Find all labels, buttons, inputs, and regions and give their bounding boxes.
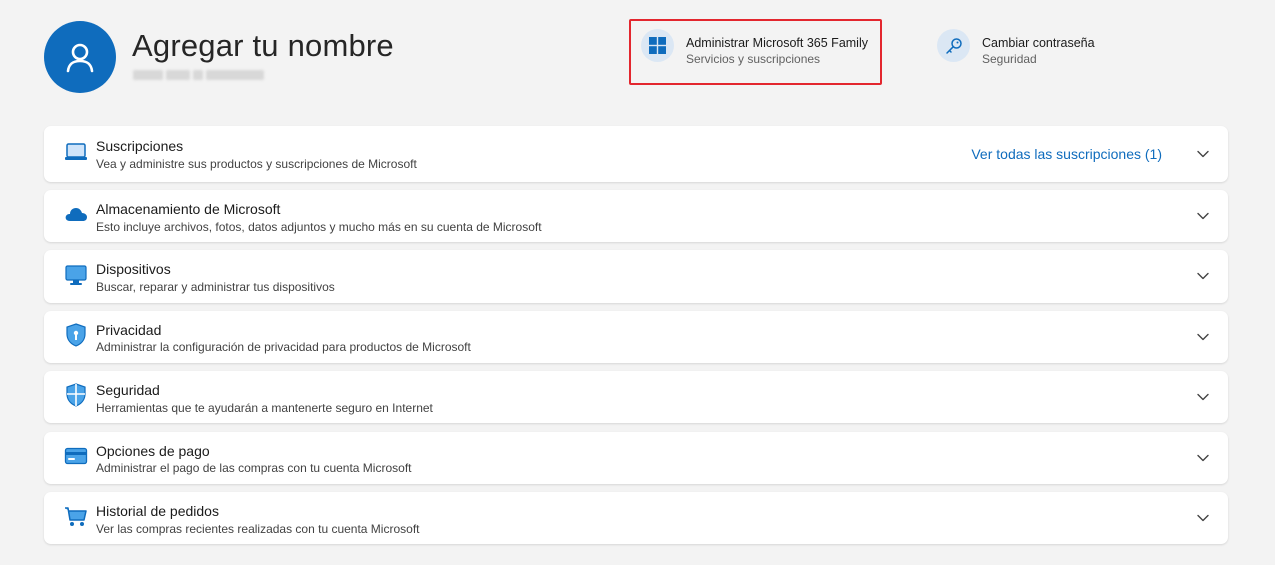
chevron-down-icon[interactable]	[1196, 209, 1210, 223]
quick-action-subtitle: Seguridad	[982, 52, 1037, 66]
section-subtitle: Administrar la configuración de privacid…	[96, 340, 471, 354]
section-title: Opciones de pago	[96, 443, 210, 459]
section-title: Privacidad	[96, 322, 162, 338]
chevron-down-icon[interactable]	[1196, 269, 1210, 283]
laptop-icon	[64, 140, 88, 164]
section-privacy[interactable]: Privacidad Administrar la configuración …	[44, 311, 1228, 363]
profile-name[interactable]: Agregar tu nombre	[132, 28, 394, 64]
privacy-shield-icon	[64, 323, 88, 347]
chevron-down-icon[interactable]	[1196, 511, 1210, 525]
chevron-down-icon[interactable]	[1196, 330, 1210, 344]
monitor-icon	[64, 263, 88, 287]
section-payment-options[interactable]: Opciones de pago Administrar el pago de …	[44, 432, 1228, 484]
section-title: Almacenamiento de Microsoft	[96, 201, 281, 217]
section-order-history[interactable]: Historial de pedidos Ver las compras rec…	[44, 492, 1228, 544]
change-password-link[interactable]: Cambiar contraseña Seguridad	[937, 29, 1095, 67]
chevron-down-icon[interactable]	[1196, 147, 1210, 161]
section-title: Historial de pedidos	[96, 503, 219, 519]
section-security[interactable]: Seguridad Herramientas que te ayudarán a…	[44, 371, 1228, 423]
person-icon	[66, 43, 94, 73]
credit-card-icon	[64, 444, 88, 468]
section-subtitle: Esto incluye archivos, fotos, datos adju…	[96, 220, 542, 234]
section-subtitle: Herramientas que te ayudarán a mantenert…	[96, 401, 433, 415]
view-all-subscriptions-link[interactable]: Ver todas las suscripciones (1)	[971, 146, 1162, 162]
section-microsoft-storage[interactable]: Almacenamiento de Microsoft Esto incluye…	[44, 190, 1228, 242]
section-subtitle: Administrar el pago de las compras con t…	[96, 461, 412, 475]
section-subtitle: Buscar, reparar y administrar tus dispos…	[96, 280, 335, 294]
section-title: Suscripciones	[96, 138, 184, 154]
highlight-box	[629, 19, 882, 85]
quick-action-title: Cambiar contraseña	[982, 36, 1095, 50]
section-title: Seguridad	[96, 382, 160, 398]
section-title: Dispositivos	[96, 261, 171, 277]
section-devices[interactable]: Dispositivos Buscar, reparar y administr…	[44, 250, 1228, 303]
chevron-down-icon[interactable]	[1196, 451, 1210, 465]
section-subtitle: Ver las compras recientes realizadas con…	[96, 522, 420, 536]
section-subscriptions[interactable]: Suscripciones Vea y administre sus produ…	[44, 126, 1228, 182]
cloud-icon	[64, 202, 88, 226]
security-shield-icon	[64, 383, 88, 407]
redacted-email	[133, 70, 264, 82]
key-icon	[937, 29, 970, 62]
section-subtitle: Vea y administre sus productos y suscrip…	[96, 157, 417, 171]
shopping-cart-icon	[64, 505, 88, 529]
avatar[interactable]	[44, 21, 116, 93]
chevron-down-icon[interactable]	[1196, 390, 1210, 404]
